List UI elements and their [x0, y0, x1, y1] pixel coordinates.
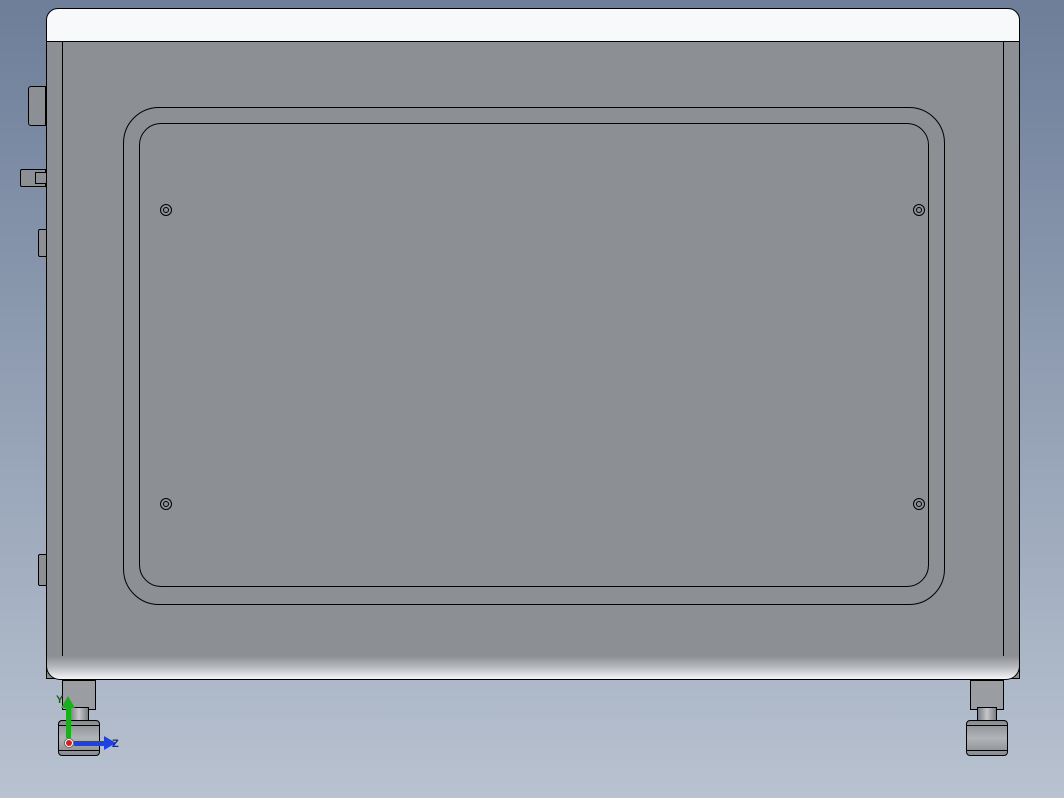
z-axis-icon[interactable] [74, 741, 106, 746]
screw-top-left [160, 204, 172, 216]
caster-right [966, 680, 1008, 756]
access-panel-cover [139, 123, 929, 587]
z-axis-label: Z [112, 738, 119, 750]
x-axis-icon[interactable] [66, 740, 72, 746]
cad-model[interactable] [0, 0, 1064, 798]
coordinate-triad[interactable]: Y Z [52, 690, 122, 760]
enclosure-top-cap [46, 8, 1020, 43]
caster-wheel [966, 720, 1008, 756]
caster-bracket [970, 680, 1004, 710]
screw-bottom-right [913, 498, 925, 510]
screw-bottom-left [160, 498, 172, 510]
side-port-1 [28, 86, 46, 126]
screw-top-right [913, 204, 925, 216]
enclosure-bottom-cap [46, 656, 1020, 680]
cad-viewport[interactable]: Y Z [0, 0, 1064, 798]
y-axis-icon[interactable] [66, 706, 71, 738]
y-axis-label: Y [56, 694, 63, 706]
